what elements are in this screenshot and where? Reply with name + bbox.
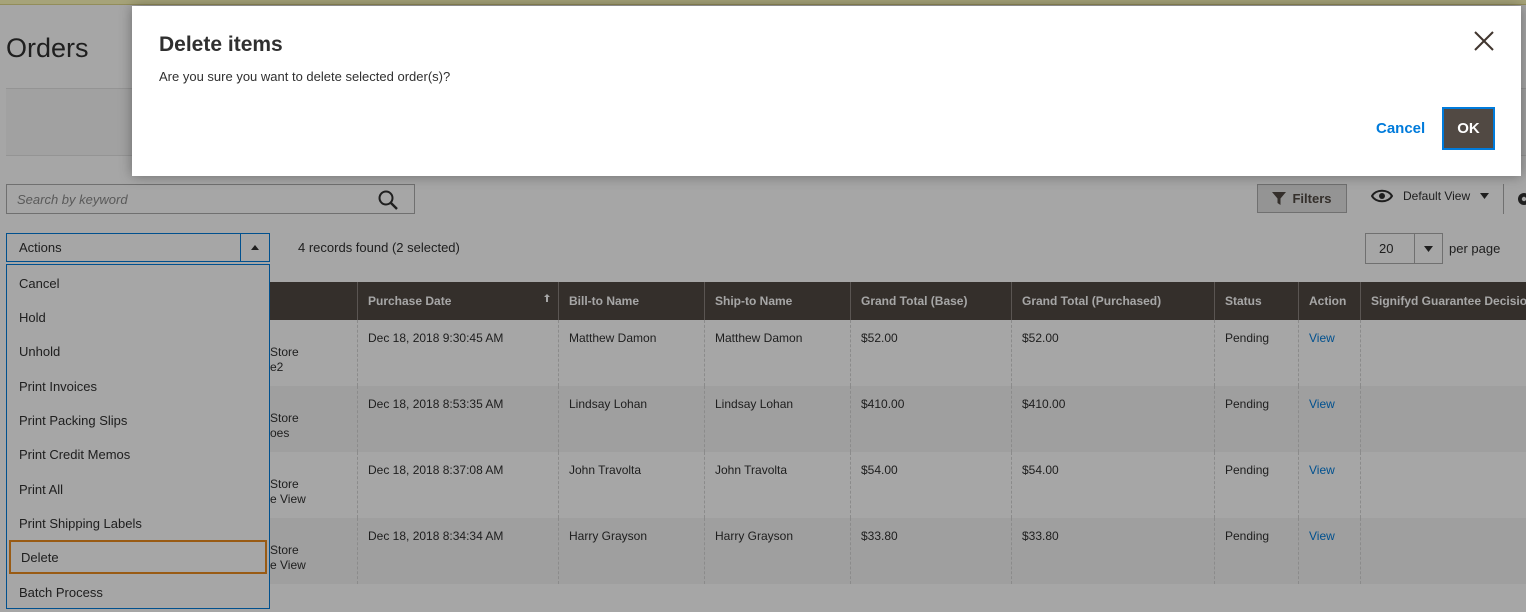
close-icon[interactable] xyxy=(1473,30,1495,52)
delete-confirm-modal: Delete items Are you sure you want to de… xyxy=(132,6,1521,176)
modal-message: Are you sure you want to delete selected… xyxy=(159,69,451,84)
ok-button[interactable]: OK xyxy=(1442,107,1495,150)
cancel-button[interactable]: Cancel xyxy=(1376,120,1425,137)
modal-title: Delete items xyxy=(159,33,283,56)
